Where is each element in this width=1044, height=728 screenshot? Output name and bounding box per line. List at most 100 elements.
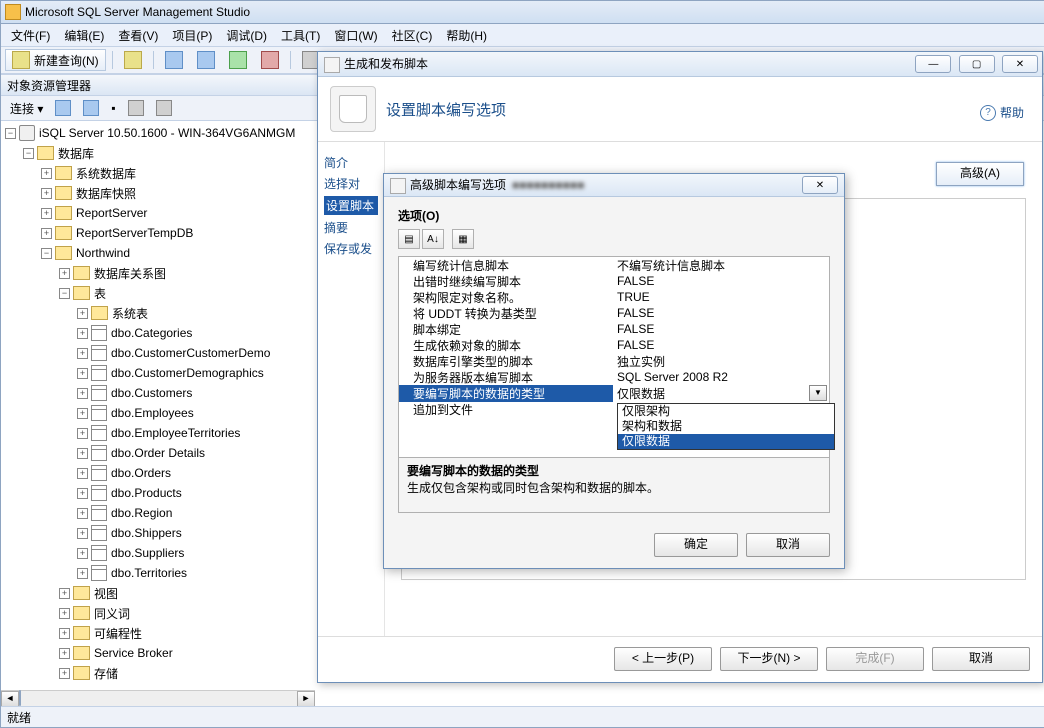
expand-icon[interactable]: + xyxy=(59,628,70,639)
toolbar-btn[interactable] xyxy=(192,49,220,71)
tree-server[interactable]: iSQL Server 10.50.1600 - WIN-364VG6ANMGM xyxy=(39,126,295,140)
menu-edit[interactable]: 编辑(E) xyxy=(58,25,110,46)
grid-value[interactable]: 不编写统计信息脚本 xyxy=(613,257,829,274)
menu-help[interactable]: 帮助(H) xyxy=(440,25,493,46)
grid-value[interactable]: FALSE xyxy=(613,338,829,352)
grid-row[interactable]: 架构限定对象名称。TRUE xyxy=(399,289,829,305)
toolbar-filter-button[interactable] xyxy=(123,97,149,119)
maximize-button[interactable]: ▢ xyxy=(959,55,995,73)
dropdown-option-selected[interactable]: 仅限数据 xyxy=(618,434,834,449)
nav-save[interactable]: 保存或发 xyxy=(324,240,378,257)
expand-icon[interactable]: + xyxy=(41,228,52,239)
tree-item[interactable]: 同义词 xyxy=(94,605,130,622)
toolbar-btn[interactable] xyxy=(224,49,252,71)
tree-northwind[interactable]: Northwind xyxy=(76,246,130,260)
expand-icon[interactable]: − xyxy=(59,288,70,299)
sort-button[interactable]: A↓ xyxy=(422,229,444,249)
tree-item[interactable]: 存储 xyxy=(94,665,118,682)
cancel-button[interactable]: 取消 xyxy=(746,533,830,557)
expand-icon[interactable]: + xyxy=(77,308,88,319)
close-button[interactable]: ✕ xyxy=(802,176,838,194)
grid-value[interactable]: SQL Server 2008 R2 xyxy=(613,370,829,384)
grid-row[interactable]: 生成依赖对象的脚本FALSE xyxy=(399,337,829,353)
grid-row[interactable]: 数据库引擎类型的脚本独立实例 xyxy=(399,353,829,369)
expand-icon[interactable]: + xyxy=(77,508,88,519)
expand-icon[interactable]: + xyxy=(59,608,70,619)
menu-tools[interactable]: 工具(T) xyxy=(275,25,326,46)
toolbar-btn[interactable]: ▪ xyxy=(106,97,120,119)
toolbar-btn[interactable] xyxy=(78,97,104,119)
tree-table[interactable]: dbo.Suppliers xyxy=(111,546,184,560)
tree-item[interactable]: 系统表 xyxy=(112,305,148,322)
toolbar-btn[interactable] xyxy=(151,97,177,119)
tree-table[interactable]: dbo.EmployeeTerritories xyxy=(111,426,240,440)
grid-row[interactable]: 出错时继续编写脚本FALSE xyxy=(399,273,829,289)
expand-icon[interactable]: + xyxy=(41,208,52,219)
menu-community[interactable]: 社区(C) xyxy=(386,25,439,46)
expand-icon[interactable]: + xyxy=(77,488,88,499)
expand-icon[interactable]: + xyxy=(59,588,70,599)
grid-row[interactable]: 为服务器版本编写脚本SQL Server 2008 R2 xyxy=(399,369,829,385)
tree-table[interactable]: dbo.CustomerCustomerDemo xyxy=(111,346,270,360)
expand-icon[interactable]: + xyxy=(77,428,88,439)
grid-value[interactable]: FALSE xyxy=(613,274,829,288)
nav-intro[interactable]: 简介 xyxy=(324,154,378,171)
toolbar-btn[interactable] xyxy=(50,97,76,119)
expand-icon[interactable]: + xyxy=(77,328,88,339)
tree-table[interactable]: dbo.Order Details xyxy=(111,446,205,460)
tree-databases[interactable]: 数据库 xyxy=(58,145,94,162)
tree-item[interactable]: 系统数据库 xyxy=(76,165,136,182)
tree-table[interactable]: dbo.Territories xyxy=(111,566,187,580)
expand-icon[interactable]: + xyxy=(77,548,88,559)
toolbar-btn[interactable] xyxy=(256,49,284,71)
tree-table[interactable]: dbo.CustomerDemographics xyxy=(111,366,264,380)
tree-item[interactable]: 数据库关系图 xyxy=(94,265,166,282)
expand-icon[interactable]: + xyxy=(59,268,70,279)
tree-table[interactable]: dbo.Orders xyxy=(111,466,171,480)
toolbar-btn[interactable] xyxy=(160,49,188,71)
tree-table[interactable]: dbo.Products xyxy=(111,486,182,500)
ok-button[interactable]: 确定 xyxy=(654,533,738,557)
expand-icon[interactable]: + xyxy=(77,568,88,579)
grid-row[interactable]: 编写统计信息脚本不编写统计信息脚本 xyxy=(399,257,829,273)
prev-button[interactable]: < 上一步(P) xyxy=(614,647,712,671)
horizontal-scrollbar[interactable]: ◄ ► xyxy=(1,690,315,707)
new-query-button[interactable]: 新建查询(N) xyxy=(5,49,106,71)
tree-item[interactable]: 视图 xyxy=(94,585,118,602)
grid-value[interactable]: FALSE xyxy=(613,306,829,320)
nav-options[interactable]: 设置脚本 xyxy=(324,196,378,215)
tree-table[interactable]: dbo.Categories xyxy=(111,326,192,340)
tree-table[interactable]: dbo.Shippers xyxy=(111,526,182,540)
close-button[interactable]: ✕ xyxy=(1002,55,1038,73)
advanced-button[interactable]: 高级(A) xyxy=(936,162,1024,186)
scroll-right-icon[interactable]: ► xyxy=(297,691,315,707)
grid-value[interactable]: FALSE xyxy=(613,322,829,336)
dropdown-option[interactable]: 架构和数据 xyxy=(618,419,834,434)
menu-window[interactable]: 窗口(W) xyxy=(328,25,383,46)
categorize-button[interactable]: ▤ xyxy=(398,229,420,249)
menu-view[interactable]: 查看(V) xyxy=(112,25,164,46)
nav-choose[interactable]: 选择对 xyxy=(324,175,378,192)
expand-icon[interactable]: + xyxy=(59,648,70,659)
expand-icon[interactable]: − xyxy=(5,128,16,139)
tree-tables[interactable]: 表 xyxy=(94,285,106,302)
grid-row[interactable]: 将 UDDT 转换为基类型FALSE xyxy=(399,305,829,321)
help-link[interactable]: ? 帮助 xyxy=(980,104,1024,121)
menu-debug[interactable]: 调试(D) xyxy=(220,25,273,46)
dropdown-list[interactable]: 仅限架构 架构和数据 仅限数据 xyxy=(617,403,835,450)
grid-row[interactable]: 脚本绑定FALSE xyxy=(399,321,829,337)
expand-icon[interactable]: + xyxy=(41,168,52,179)
expand-icon[interactable]: + xyxy=(77,368,88,379)
expand-icon[interactable]: + xyxy=(77,528,88,539)
scroll-left-icon[interactable]: ◄ xyxy=(1,691,19,707)
grid-value[interactable]: 仅限数据▼ xyxy=(613,385,829,402)
menu-file[interactable]: 文件(F) xyxy=(5,25,56,46)
tree-item[interactable]: 可编程性 xyxy=(94,625,142,642)
grid-value[interactable]: 独立实例 xyxy=(613,353,829,370)
expand-icon[interactable]: + xyxy=(77,388,88,399)
menu-project[interactable]: 项目(P) xyxy=(166,25,218,46)
dropdown-handle-icon[interactable]: ▼ xyxy=(809,385,827,401)
expand-icon[interactable]: + xyxy=(77,348,88,359)
tree-table[interactable]: dbo.Customers xyxy=(111,386,192,400)
minimize-button[interactable]: — xyxy=(915,55,951,73)
